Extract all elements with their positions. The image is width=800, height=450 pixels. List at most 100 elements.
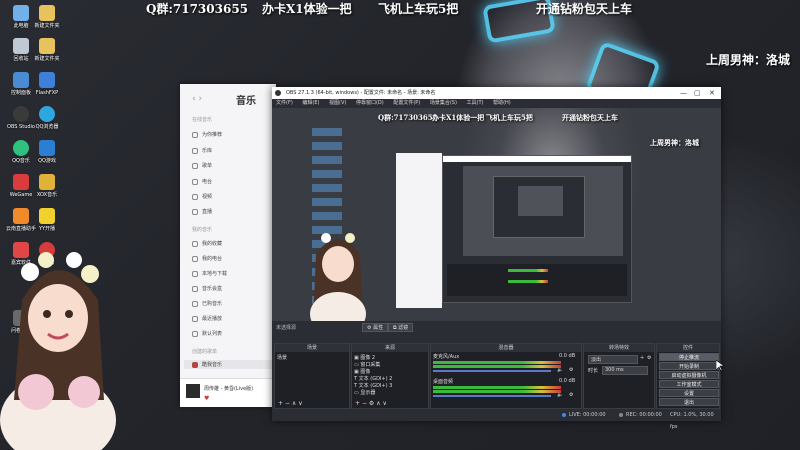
speaker-icon[interactable]: 🔈 [557,367,563,373]
radio-icon [192,178,198,185]
music-item[interactable]: 最近播放 [192,315,222,322]
desktop-icon[interactable]: 新建文件夹 [26,38,68,62]
gear-icon[interactable]: ⚙ [647,355,651,361]
playlist-item-active[interactable]: 酷我音乐 [184,360,272,369]
desktop-icon[interactable]: XOX音乐 [26,174,68,198]
filters-button[interactable]: ⧉ 滤镜 [388,323,414,332]
heart-icon[interactable]: ♥ [204,395,209,402]
sources-toolbar: + − ⚙ ∧ ∨ [355,400,387,407]
move-down-icon[interactable]: ∨ [298,400,302,407]
music-item[interactable]: 视频 [192,193,212,200]
duration-input[interactable]: 300 ms [602,366,648,375]
virtual-camera-button[interactable]: 启动虚拟摄像机 [659,371,719,379]
folder-icon [39,5,55,21]
music-item[interactable]: 已购音乐 [192,300,222,307]
desktop-icon[interactable]: 新建文件夹 [26,5,68,29]
desktop-icon[interactable]: FlashFXP [26,72,68,96]
gear-icon[interactable]: ⚙ [569,392,573,398]
desktop-icon[interactable]: QQ浏览器 [26,106,68,130]
speaker-icon[interactable]: 🔈 [557,392,563,398]
player-controls: ♥ [204,395,209,402]
volume-slider[interactable] [433,395,551,397]
studio-mode-button[interactable]: 工作室模式 [659,380,719,388]
source-item[interactable]: T 文本 (GDI+) 2 [354,375,392,382]
audio-meter [433,365,561,368]
menu-scene-collection[interactable]: 场景集合(S) [430,100,457,106]
duration-label: 时长 [588,368,599,374]
music-item[interactable]: 默认列表 [192,330,222,337]
remove-icon[interactable]: − [362,400,367,407]
desktop-icon[interactable]: YY开播 [26,208,68,232]
mixer-channel-db: 0.0 dB [559,353,576,359]
music-section-online: 在线音乐 [192,117,213,123]
scenes-pane: 场景 场景 + − ∧ ∨ [274,343,350,409]
recommend-icon [192,131,198,138]
remove-icon[interactable]: − [285,400,290,407]
music-item[interactable]: 电台 [192,178,212,185]
menu-help[interactable]: 帮助(H) [493,100,511,106]
minimize-icon[interactable]: — [680,87,687,99]
add-icon[interactable]: + [640,355,644,361]
overlay-qq-group: Q群:717303655 [146,2,249,16]
preview-overlay-line4: 开通钻粉包天上车 [562,113,618,122]
library-icon [192,147,198,154]
mixer-channel-db: 0.0 dB [559,378,576,384]
menu-edit[interactable]: 编辑(E) [302,100,319,106]
now-playing-bar[interactable]: 周传雄 - 黄昏(Live版) ♥ [180,378,276,407]
history-icon [192,315,198,322]
qq-game-icon [39,140,55,156]
stop-streaming-button[interactable]: 停止推流 [659,353,719,361]
add-icon[interactable]: + [278,400,283,407]
maximize-icon[interactable]: ▢ [694,87,701,99]
source-item[interactable]: ▣ 图像 [354,368,370,375]
source-item[interactable]: ▣ 图像 2 [354,354,375,361]
gear-icon[interactable]: ⚙ [569,367,573,373]
music-app-window: ‹ › 音乐 在线音乐 为你推荐 乐库 歌单 电台 视频 直播 我的音乐 我的收… [180,84,276,407]
mixer-channel-name: 麦克风/Aux [433,354,460,360]
exit-button[interactable]: 退出 [659,398,719,406]
cpu-fps: CPU: 1.0%, 30.00 fps [670,412,714,430]
obs-preview[interactable]: Q群:717303655 办卡X1体验一把 飞机上车玩5把 开通钻粉包天上车 上… [272,108,721,321]
transitions-pane: 转场特效 淡出 + ⚙ 时长 300 ms [583,343,655,409]
music-nav-arrows[interactable]: ‹ › [192,94,202,104]
music-item[interactable]: 乐库 [192,147,212,154]
transition-select[interactable]: 淡出 [588,355,638,364]
sources-pane-title: 来源 [352,344,428,352]
music-item[interactable]: 歌单 [192,162,212,169]
music-item[interactable]: 我的收藏 [192,240,222,247]
menu-profile[interactable]: 配置文件(P) [393,100,420,106]
add-icon[interactable]: + [355,400,360,407]
desktop-icon[interactable]: QQ游戏 [26,140,68,164]
gear-icon[interactable]: ⚙ [369,400,374,407]
settings-button[interactable]: 设置 [659,389,719,397]
heart-icon [192,240,198,247]
volume-slider[interactable] [433,370,551,372]
obs-logo-icon [275,90,281,96]
preview-streamer-avatar [310,233,366,321]
menu-tools[interactable]: 工具(T) [467,100,484,106]
move-up-icon[interactable]: ∧ [376,400,380,407]
start-recording-button[interactable]: 开始录制 [659,362,719,370]
source-item[interactable]: ▭ 窗口采集 [354,361,380,368]
audio-meter [433,386,561,389]
scene-item[interactable]: 场景 [277,354,287,361]
move-up-icon[interactable]: ∧ [292,400,296,407]
music-item[interactable]: 直播 [192,208,212,215]
move-down-icon[interactable]: ∨ [383,400,387,407]
obs-titlebar: OBS 27.1.3 (64-bit, windows) - 配置文件: 未命名… [272,87,721,99]
menu-file[interactable]: 文件(F) [276,100,293,106]
menu-view[interactable]: 视图(V) [329,100,346,106]
source-item[interactable]: ▭ 显示器 [354,389,375,396]
menu-docks[interactable]: 停靠窗口(D) [356,100,384,106]
source-item[interactable]: T 文本 (GDI+) 3 [354,382,392,389]
music-item[interactable]: 我的电台 [192,255,222,262]
music-section-playlists: 创建的歌单 [192,349,218,355]
properties-button[interactable]: ⚙ 属性 [362,323,389,332]
music-item[interactable]: 音乐会盒 [192,285,222,292]
music-item[interactable]: 本地与下载 [192,270,227,277]
music-item[interactable]: 为你推荐 [192,131,222,138]
mixer-pane-title: 混音器 [431,344,581,352]
preview-music-window [396,153,442,308]
music-app-icon [39,174,55,190]
close-icon[interactable]: ✕ [709,87,715,99]
